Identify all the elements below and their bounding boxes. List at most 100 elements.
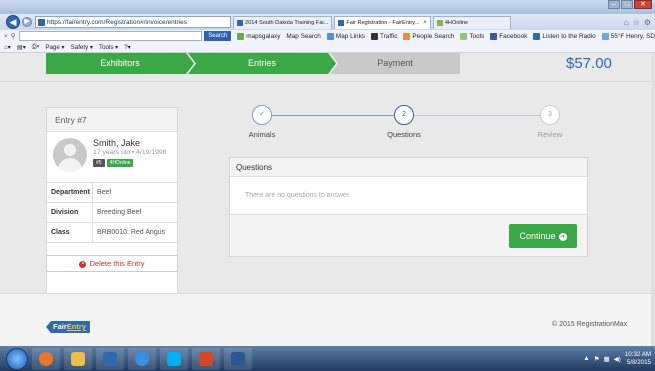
search-toolbar: × ⚲ Search mapsgalaxy Map Search Map Lin… (0, 30, 655, 42)
detail-row: Department Beef (47, 183, 177, 203)
tab-favicon-icon (436, 19, 443, 26)
progress-step-animals[interactable]: ✓ (252, 105, 272, 125)
word-icon (231, 351, 245, 366)
tab-close-icon[interactable]: × (423, 17, 427, 29)
fairentry-logo[interactable]: FairEntry (46, 321, 90, 333)
command-tools[interactable]: Tools ▾ (99, 44, 118, 51)
badge-source: 4HOnline (106, 159, 134, 167)
tab-4honline[interactable]: 4HOnline (432, 15, 511, 29)
toolbar-people-search[interactable]: People Search (403, 32, 454, 40)
forward-button[interactable]: ▶ (22, 17, 32, 27)
toolbar-map-search[interactable]: Map Search (286, 33, 320, 40)
globe-icon (237, 32, 245, 40)
powerpoint-icon (199, 351, 213, 366)
maximize-icon[interactable]: □ (621, 0, 633, 9)
network-icon[interactable]: ▦ (604, 355, 610, 363)
delete-entry-button[interactable]: × Delete this Entry (46, 255, 178, 272)
taskbar-ie[interactable] (128, 347, 156, 370)
address-text: https://fairentry.com/Registration#/invo… (47, 18, 188, 26)
toolbar-tools[interactable]: Tools (460, 32, 484, 40)
traffic-light-icon (371, 32, 379, 40)
progress-label-animals: Animals (248, 130, 276, 139)
page-content: Exhibitors Entries Payment $57.00 Entry … (0, 53, 655, 346)
media-player-icon (103, 351, 117, 366)
taskbar-skype[interactable] (160, 347, 188, 370)
home-icon[interactable]: ⌂ (624, 18, 629, 27)
window-controls: – □ ✕ (608, 0, 652, 9)
taskbar-powerpoint[interactable] (192, 347, 220, 370)
remove-icon: × (79, 260, 87, 268)
questions-title: Questions (230, 158, 587, 177)
tab-training-fair[interactable]: 2014 South Dakota Training Fai... (233, 15, 333, 29)
toolbar-radio[interactable]: Listen to the Radio (533, 32, 596, 40)
toolbar-traffic[interactable]: Traffic (371, 32, 397, 40)
toolbar-weather[interactable]: 55°F Henry, SD (601, 32, 655, 40)
progress-label-review: Review (537, 130, 563, 139)
entry-details: Department Beef Division Breeding Beef C… (47, 182, 177, 243)
step-entries[interactable]: Entries (188, 53, 336, 74)
taskbar-firefox[interactable] (32, 347, 60, 370)
tab-fair-registration[interactable]: Fair Registration - FairEntry... × (334, 15, 431, 29)
minimize-icon[interactable]: – (608, 0, 620, 9)
detail-row: Class BRB0010: Red Angus (47, 223, 177, 243)
progress-label-questions: Questions (387, 130, 421, 139)
arrow-right-circle-icon: ➜ (558, 232, 567, 241)
close-icon[interactable]: ✕ (634, 0, 652, 9)
step-payment[interactable]: Payment (330, 53, 460, 74)
cart-total: $57.00 (566, 55, 612, 72)
tab-favicon-icon (338, 19, 345, 26)
home-small-icon[interactable]: ⌂▾ (4, 44, 11, 51)
windows-taskbar: ▲ ⚑ ▦ ◀) 10:32 AM 5/8/2015 (0, 346, 655, 371)
system-tray: ▲ ⚑ ▦ ◀) 10:32 AM 5/8/2015 (583, 351, 651, 367)
flag-icon[interactable]: ⚑ (594, 355, 600, 363)
command-safety[interactable]: Safety ▾ (71, 44, 93, 51)
toolbar-map-links[interactable]: Map Links (326, 32, 365, 40)
internet-explorer-icon (135, 351, 149, 366)
firefox-icon (39, 351, 53, 366)
taskbar-media[interactable] (96, 347, 124, 370)
divider (0, 81, 655, 82)
window-titlebar: – □ ✕ (0, 0, 655, 14)
progress-step-questions: 2 (394, 105, 414, 125)
skype-icon (167, 351, 181, 366)
weather-icon (601, 32, 609, 40)
toolbar-mapsgalaxy[interactable]: mapsgalaxy (237, 32, 280, 40)
tools-icon (460, 32, 468, 40)
command-bar: ⌂▾ ▤▾ ⎙▾ Page ▾ Safety ▾ Tools ▾ ?▾ (0, 42, 655, 53)
exhibitor-meta: 17 years old • 4/19/1998 (93, 149, 167, 156)
start-button[interactable] (6, 347, 28, 370)
site-favicon-icon (38, 18, 45, 26)
page-scrollbar[interactable] (651, 53, 655, 346)
address-bar[interactable]: https://fairentry.com/Registration#/invo… (35, 16, 231, 28)
volume-icon[interactable]: ◀) (614, 355, 621, 363)
entry-title: Entry #7 (47, 108, 177, 132)
favorites-star-icon[interactable]: ☆ (633, 18, 640, 27)
toolbar-search-button[interactable]: Search (204, 31, 232, 41)
taskbar-explorer[interactable] (64, 347, 92, 370)
detail-row: Division Breeding Beef (47, 203, 177, 223)
facebook-icon (490, 32, 498, 40)
exhibitor-name: Smith, Jake (93, 138, 141, 148)
play-icon (533, 32, 541, 40)
continue-button[interactable]: Continue ➜ (509, 224, 577, 248)
settings-gear-icon[interactable]: ⚙ (644, 18, 651, 27)
avatar (53, 138, 87, 172)
feeds-icon[interactable]: ▤▾ (17, 44, 26, 51)
toolbar-facebook[interactable]: Facebook (490, 32, 527, 40)
clock[interactable]: 10:32 AM 5/8/2015 (625, 351, 651, 367)
back-button[interactable]: ◀ (6, 15, 20, 29)
checkout-steps: Exhibitors Entries Payment (46, 53, 466, 74)
exhibitor-info: Smith, Jake 17 years old • 4/19/1998 #5 … (47, 132, 177, 182)
print-icon[interactable]: ⎙▾ (32, 43, 40, 51)
tab-favicon-icon (237, 19, 243, 26)
taskbar-word[interactable] (224, 347, 252, 370)
copyright-text: © 2015 RegistrationMax (552, 321, 628, 328)
step-exhibitors[interactable]: Exhibitors (46, 53, 194, 74)
tray-arrow-icon[interactable]: ▲ (583, 355, 589, 362)
toolbar-close-icon[interactable]: × (4, 33, 8, 40)
folder-icon (71, 351, 85, 366)
command-page[interactable]: Page ▾ (45, 44, 64, 51)
toolbar-search-input[interactable] (19, 31, 203, 41)
questions-footer: Continue ➜ (230, 214, 587, 256)
help-icon[interactable]: ?▾ (124, 44, 131, 51)
